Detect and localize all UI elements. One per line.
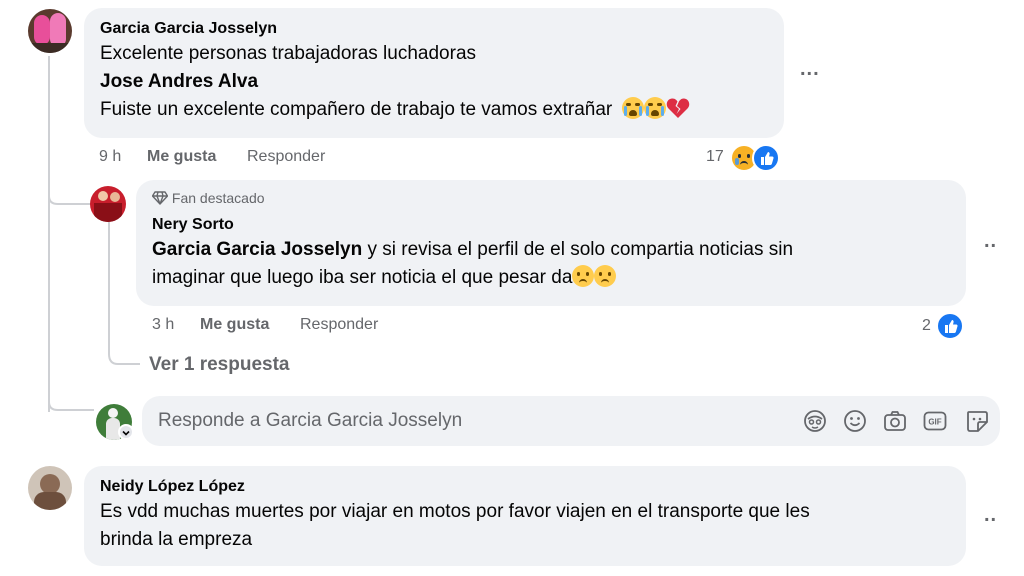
crying-emoji-icon	[621, 97, 644, 119]
comment-bubble-garcia: Garcia Garcia Josselyn Excelente persona…	[84, 8, 784, 138]
comment-options-button[interactable]: ...	[800, 58, 820, 81]
comment2-options-button[interactable]: ..	[984, 504, 997, 527]
reply-like-button[interactable]: Me gusta	[200, 316, 269, 334]
reply-composer[interactable]: Responde a Garcia Garcia Josselyn GIF	[142, 396, 1000, 446]
reply-reply-button[interactable]: Responder	[300, 316, 378, 334]
comment-author[interactable]: Garcia Garcia Josselyn	[100, 20, 768, 38]
comment2-text-line1: Es vdd muchas muertes por viajar en moto…	[100, 501, 810, 522]
comment2-author[interactable]: Neidy López López	[100, 478, 950, 496]
broken-heart-icon	[666, 98, 689, 118]
reply-mention[interactable]: Garcia Garcia Josselyn	[152, 239, 362, 260]
thread-connector-view-replies	[108, 348, 140, 365]
reply-text-line1: Garcia Garcia Josselyn y si revisa el pe…	[152, 236, 950, 264]
view-replies-link[interactable]: Ver 1 respuesta	[149, 354, 289, 376]
comment-mention[interactable]: Jose Andres Alva	[100, 68, 768, 96]
comment-time[interactable]: 9 h	[99, 148, 121, 166]
comment-text: Fuiste un excelente compañero de trabajo…	[100, 99, 613, 120]
comment-text-line3: Fuiste un excelente compañero de trabajo…	[100, 96, 768, 124]
reply-button[interactable]: Responder	[247, 148, 325, 166]
reply-bubble-nery: Fan destacado Nery Sorto Garcia Garcia J…	[136, 180, 966, 306]
like-label: Me gusta	[147, 148, 217, 165]
reply-author[interactable]: Nery Sorto	[152, 216, 950, 234]
avatar-garcia[interactable]	[28, 9, 72, 53]
reply-like-label: Me gusta	[200, 316, 270, 333]
avatar-sticker-icon[interactable]	[802, 408, 828, 434]
crying-emoji-icon	[643, 97, 666, 119]
like-reaction-icon	[752, 144, 780, 172]
comment2-text-line2: brinda la empreza	[100, 529, 253, 550]
thread-line-nested	[108, 222, 110, 352]
reply-text-line2: imaginar que luego iba ser noticia el qu…	[152, 264, 950, 292]
thread-connector-reply-box	[48, 396, 94, 411]
comment-text-line1: Excelente personas trabajadoras luchador…	[100, 43, 477, 64]
gif-label: GIF	[928, 418, 941, 427]
camera-icon[interactable]	[882, 408, 908, 434]
sad-emoji-icon	[594, 265, 617, 287]
avatar-nery[interactable]	[90, 186, 126, 222]
reaction-count[interactable]: 17	[706, 148, 724, 166]
reply-reaction-count[interactable]: 2	[922, 317, 931, 335]
comment-bubble-neidy: Neidy López López Es vdd muchas muertes …	[84, 466, 966, 566]
avatar-neidy[interactable]	[28, 466, 72, 510]
reply-text-2: imaginar que luego iba ser noticia el qu…	[152, 267, 573, 288]
thread-line-main	[48, 56, 50, 412]
top-fan-badge: Fan destacado	[151, 190, 950, 208]
sticker-icon[interactable]	[964, 408, 990, 434]
like-button[interactable]: Me gusta	[147, 148, 216, 166]
badge-label: Fan destacado	[171, 190, 265, 206]
reply-time[interactable]: 3 h	[152, 316, 174, 334]
emoji-icon[interactable]	[842, 408, 868, 434]
diamond-icon	[151, 191, 169, 205]
like-reaction-icon	[936, 312, 964, 340]
reply-text: y si revisa el perfil de el solo compart…	[362, 239, 794, 260]
sad-emoji-icon	[572, 265, 595, 287]
reply-options-button[interactable]: ..	[984, 230, 997, 253]
gif-icon[interactable]: GIF	[922, 408, 948, 434]
reply-input[interactable]: Responde a Garcia Garcia Josselyn	[158, 410, 462, 432]
account-switch-chevron-icon[interactable]	[118, 424, 134, 440]
